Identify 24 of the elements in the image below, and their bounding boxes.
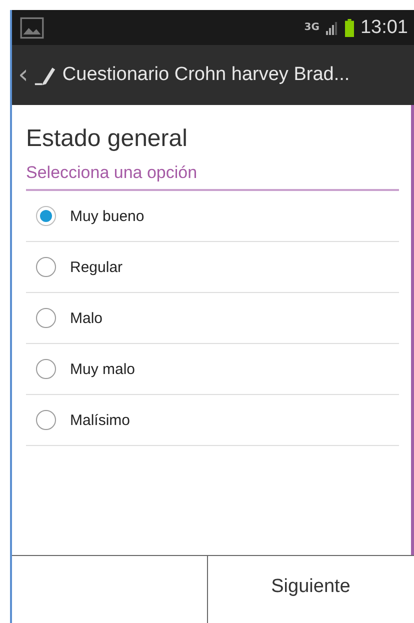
option-label: Malísimo	[70, 412, 130, 428]
radio-button[interactable]	[36, 410, 56, 430]
battery-icon	[345, 18, 354, 38]
radio-button[interactable]	[36, 257, 56, 277]
radio-button[interactable]	[36, 359, 56, 379]
clock: 13:01	[360, 16, 408, 38]
radio-button[interactable]	[36, 308, 56, 328]
option-label: Regular	[70, 258, 123, 276]
radio-button[interactable]	[36, 206, 56, 226]
screen-title: Cuestionario Crohn harvey Brad...	[62, 64, 350, 86]
option-label: Muy malo	[70, 360, 136, 378]
option-row[interactable]: Muy bueno	[26, 191, 399, 242]
question-title: Estado general	[26, 125, 188, 153]
signal-icon	[325, 20, 340, 34]
image-icon	[20, 16, 44, 38]
option-label: Muy bueno	[70, 208, 144, 224]
option-label: Malo	[70, 310, 103, 326]
option-row[interactable]: Regular	[26, 242, 399, 293]
section-header: Selecciona una opción	[26, 153, 399, 191]
option-row[interactable]: Malo	[26, 293, 399, 344]
back-button[interactable]: ‹	[18, 62, 28, 88]
network-label: 3G	[304, 22, 320, 33]
option-row[interactable]: Malísimo	[26, 395, 399, 446]
option-row[interactable]: Muy malo	[26, 344, 399, 395]
